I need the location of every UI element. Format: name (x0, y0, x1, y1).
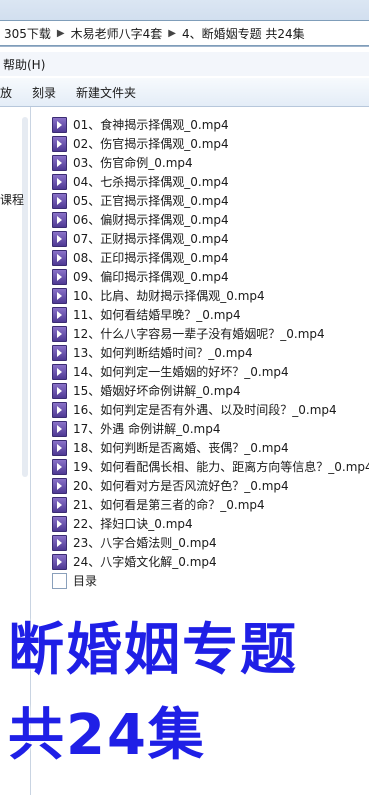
file-row[interactable]: 09、偏印揭示择偶观_0.mp4 (52, 267, 369, 286)
video-file-icon (52, 458, 67, 475)
menu-help[interactable]: 帮助(H) (0, 56, 48, 73)
file-name: 23、八字合婚法则_0.mp4 (73, 536, 217, 550)
file-name: 02、伤官揭示择偶观_0.mp4 (73, 137, 229, 151)
file-row[interactable]: 23、八字合婚法则_0.mp4 (52, 533, 369, 552)
video-file-icon (52, 401, 67, 418)
breadcrumb-item[interactable]: 木易老师八字4套 (67, 25, 167, 42)
file-name: 18、如何判断是否离婚、丧偶？_0.mp4 (73, 441, 289, 455)
video-file-icon (52, 154, 67, 171)
file-row[interactable]: 11、如何看结婚早晚？_0.mp4 (52, 305, 369, 324)
file-name: 目录 (73, 574, 98, 588)
file-name: 15、婚姻好坏命例讲解_0.mp4 (73, 384, 241, 398)
video-file-icon (52, 230, 67, 247)
navigation-pane: 课程 (0, 107, 31, 795)
file-row[interactable]: 18、如何判断是否离婚、丧偶？_0.mp4 (52, 438, 369, 457)
file-name: 07、正财揭示择偶观_0.mp4 (73, 232, 229, 246)
file-row[interactable]: 04、七杀揭示择偶观_0.mp4 (52, 172, 369, 191)
file-row[interactable]: 22、择妇口诀_0.mp4 (52, 514, 369, 533)
file-row[interactable]: 21、如何看是第三者的命？_0.mp4 (52, 495, 369, 514)
toolbar-burn-button[interactable]: 刻录 (22, 84, 66, 101)
file-name: 11、如何看结婚早晚？_0.mp4 (73, 308, 241, 322)
file-name: 17、外遇 命例讲解_0.mp4 (73, 422, 221, 436)
toolbar-new-folder-button[interactable]: 新建文件夹 (66, 84, 146, 101)
video-file-icon (52, 553, 67, 570)
video-file-icon (52, 268, 67, 285)
file-row[interactable]: 19、如何看配偶长相、能力、距离方向等信息？_0.mp4 (52, 457, 369, 476)
file-row[interactable]: 20、如何看对方是否风流好色？_0.mp4 (52, 476, 369, 495)
video-file-icon (52, 344, 67, 361)
video-file-icon (52, 306, 67, 323)
video-file-icon (52, 515, 67, 532)
file-row[interactable]: 14、如何判定一生婚姻的好坏？_0.mp4 (52, 362, 369, 381)
video-file-icon (52, 249, 67, 266)
file-name: 20、如何看对方是否风流好色？_0.mp4 (73, 479, 289, 493)
file-name: 01、食神揭示择偶观_0.mp4 (73, 118, 229, 132)
video-file-icon (52, 496, 67, 513)
address-bar-area: 305下载 ▶ 木易老师八字4套 ▶ 4、断婚姻专题 共24集 (0, 0, 369, 47)
file-name: 08、正印揭示择偶观_0.mp4 (73, 251, 229, 265)
video-file-icon (52, 363, 67, 380)
toolbar: 放 刻录 新建文件夹 (0, 78, 369, 107)
menu-bar: 帮助(H) (0, 52, 369, 76)
overlay-title-line1: 断婚姻专题 (8, 618, 298, 683)
file-row[interactable]: 08、正印揭示择偶观_0.mp4 (52, 248, 369, 267)
file-name: 12、什么八字容易一辈子没有婚姻呢？_0.mp4 (73, 327, 325, 341)
video-file-icon (52, 135, 67, 152)
file-row[interactable]: 12、什么八字容易一辈子没有婚姻呢？_0.mp4 (52, 324, 369, 343)
video-file-icon (52, 534, 67, 551)
file-row[interactable]: 07、正财揭示择偶观_0.mp4 (52, 229, 369, 248)
file-row[interactable]: 16、如何判定是否有外遇、以及时间段？_0.mp4 (52, 400, 369, 419)
file-row[interactable]: 24、八字婚文化解_0.mp4 (52, 552, 369, 571)
file-name: 04、七杀揭示择偶观_0.mp4 (73, 175, 229, 189)
video-file-icon (52, 211, 67, 228)
file-row[interactable]: 15、婚姻好坏命例讲解_0.mp4 (52, 381, 369, 400)
file-name: 19、如何看配偶长相、能力、距离方向等信息？_0.mp4 (73, 460, 369, 474)
file-name: 13、如何判断结婚时间？_0.mp4 (73, 346, 253, 360)
file-row[interactable]: 03、伤官命例_0.mp4 (52, 153, 369, 172)
document-file-icon (52, 572, 67, 589)
video-file-icon (52, 116, 67, 133)
file-row[interactable]: 17、外遇 命例讲解_0.mp4 (52, 419, 369, 438)
file-name: 24、八字婚文化解_0.mp4 (73, 555, 217, 569)
file-row[interactable]: 13、如何判断结婚时间？_0.mp4 (52, 343, 369, 362)
breadcrumb-separator-icon[interactable]: ▶ (166, 28, 178, 39)
nav-scrollbar[interactable] (22, 117, 28, 477)
file-row[interactable]: 06、偏财揭示择偶观_0.mp4 (52, 210, 369, 229)
toolbar-play-button[interactable]: 放 (0, 84, 22, 101)
file-name: 22、择妇口诀_0.mp4 (73, 517, 193, 531)
video-file-icon (52, 325, 67, 342)
file-name: 09、偏印揭示择偶观_0.mp4 (73, 270, 229, 284)
file-name: 21、如何看是第三者的命？_0.mp4 (73, 498, 265, 512)
overlay-title-line2: 共24集 (8, 703, 206, 768)
file-name: 05、正官揭示择偶观_0.mp4 (73, 194, 229, 208)
file-row[interactable]: 05、正官揭示择偶观_0.mp4 (52, 191, 369, 210)
address-bar[interactable]: 305下载 ▶ 木易老师八字4套 ▶ 4、断婚姻专题 共24集 (0, 20, 369, 46)
breadcrumb-item[interactable]: 305下载 (0, 25, 55, 42)
video-file-icon (52, 287, 67, 304)
breadcrumb-item[interactable]: 4、断婚姻专题 共24集 (178, 25, 309, 42)
file-list: 01、食神揭示择偶观_0.mp4 02、伤官揭示择偶观_0.mp4 03、伤官命例_… (52, 115, 369, 590)
nav-item-label[interactable]: 课程 (0, 191, 24, 208)
file-row[interactable]: 01、食神揭示择偶观_0.mp4 (52, 115, 369, 134)
file-row[interactable]: 10、比肩、劫财揭示择偶观_0.mp4 (52, 286, 369, 305)
file-name: 14、如何判定一生婚姻的好坏？_0.mp4 (73, 365, 289, 379)
file-name: 06、偏财揭示择偶观_0.mp4 (73, 213, 229, 227)
file-row[interactable]: 02、伤官揭示择偶观_0.mp4 (52, 134, 369, 153)
video-file-icon (52, 439, 67, 456)
video-file-icon (52, 173, 67, 190)
video-file-icon (52, 477, 67, 494)
file-name: 16、如何判定是否有外遇、以及时间段？_0.mp4 (73, 403, 337, 417)
file-row[interactable]: 目录 (52, 571, 369, 590)
file-name: 10、比肩、劫财揭示择偶观_0.mp4 (73, 289, 265, 303)
breadcrumb-separator-icon[interactable]: ▶ (55, 28, 67, 39)
file-name: 03、伤官命例_0.mp4 (73, 156, 193, 170)
video-file-icon (52, 420, 67, 437)
video-file-icon (52, 382, 67, 399)
video-file-icon (52, 192, 67, 209)
